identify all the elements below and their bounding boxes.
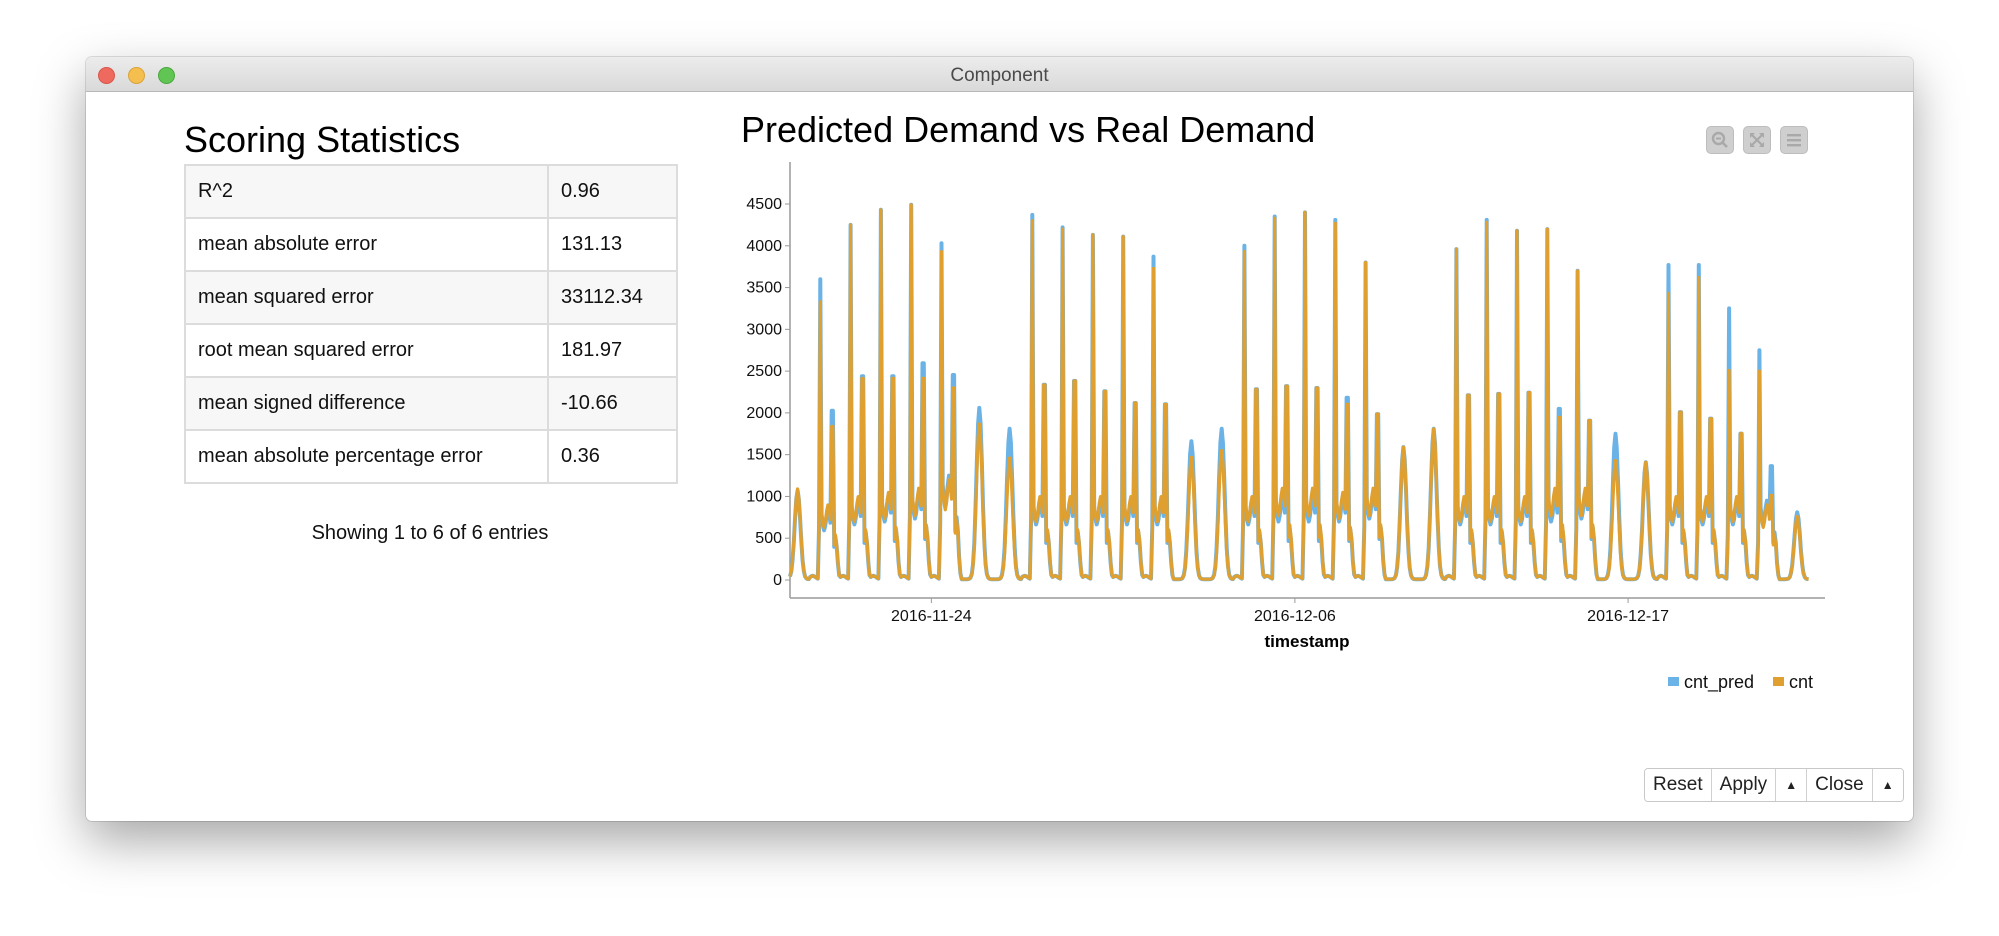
legend: cnt_pred cnt (1668, 672, 1813, 693)
legend-label: cnt_pred (1684, 672, 1754, 693)
y-tick-label: 2000 (746, 405, 782, 422)
x-tick-label: 2016-12-06 (1254, 608, 1336, 625)
x-axis: 2016-11-24 2016-12-06 2016-12-17 (790, 597, 1825, 625)
y-tick-label: 3000 (746, 321, 782, 338)
y-tick-label: 4500 (746, 196, 782, 213)
x-axis-label: timestamp (1264, 632, 1349, 651)
legend-swatch-cnt (1773, 677, 1784, 686)
y-tick-label: 3500 (746, 280, 782, 297)
y-tick-label: 1500 (746, 447, 782, 464)
legend-swatch-cnt-pred (1668, 677, 1679, 686)
x-tick-label: 2016-12-17 (1587, 608, 1669, 625)
demand-chart: 0 500 1000 1500 2000 2500 3000 3500 4000 4500 201… (746, 162, 1825, 693)
y-tick-label: 2500 (746, 363, 782, 380)
y-tick-label: 4000 (746, 238, 782, 255)
y-tick-label: 1000 (746, 488, 782, 505)
y-tick-label: 500 (755, 530, 782, 547)
plot-area[interactable] (788, 202, 1810, 582)
x-tick-label: 2016-11-24 (891, 608, 972, 625)
y-tick-label: 0 (773, 572, 782, 589)
y-axis: 0 500 1000 1500 2000 2500 3000 3500 4000 4500 (746, 162, 791, 598)
legend-label: cnt (1789, 672, 1813, 692)
series-line-cnt (788, 203, 1809, 581)
